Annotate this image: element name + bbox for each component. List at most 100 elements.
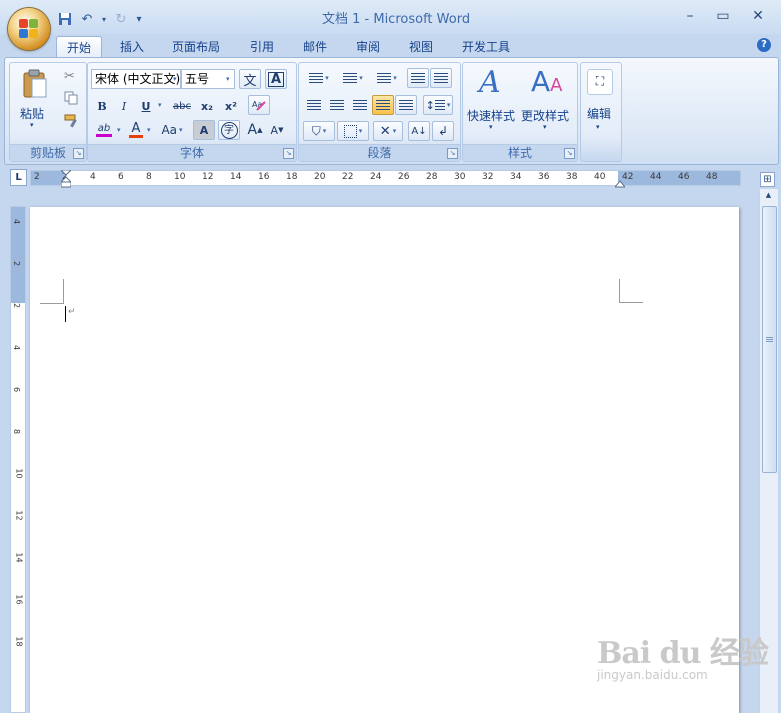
scroll-up-icon[interactable]: ▲ <box>762 191 775 203</box>
scrollbar-grip-icon <box>766 337 773 343</box>
undo-dropdown-icon[interactable]: ▾ <box>100 10 108 28</box>
tab-view[interactable]: 视图 <box>399 36 443 58</box>
undo-icon[interactable]: ↶ <box>78 10 96 28</box>
multilevel-list-button[interactable]: ▾ <box>371 68 403 88</box>
office-button[interactable] <box>8 8 50 50</box>
show-marks-button[interactable]: ↲ <box>432 121 454 141</box>
scrollbar-thumb[interactable] <box>762 206 777 473</box>
highlight-button[interactable]: ab <box>92 120 116 140</box>
font-name-dropdown-icon[interactable]: ▾ <box>173 75 177 83</box>
save-icon[interactable] <box>56 10 74 28</box>
paste-label: 粘贴 <box>20 107 45 121</box>
font-color-button[interactable]: A <box>126 120 146 140</box>
shrink-font-button[interactable]: A ▼ <box>267 120 287 140</box>
phonetic-guide-button[interactable]: 文 <box>239 69 261 89</box>
tab-mailings[interactable]: 邮件 <box>293 36 337 58</box>
view-ruler-icon[interactable]: ⊞ <box>760 172 775 187</box>
format-painter-icon[interactable] <box>64 113 78 128</box>
copy-icon[interactable] <box>64 91 78 105</box>
numbering-button[interactable]: ▾ <box>337 68 369 88</box>
highlight-dropdown-icon[interactable]: ▾ <box>117 126 121 134</box>
borders-button[interactable]: ▾ <box>337 121 369 141</box>
indent-marker[interactable] <box>59 169 73 188</box>
char-border-button[interactable]: A <box>265 69 287 89</box>
right-indent-marker[interactable] <box>613 177 627 188</box>
styles-launcher-icon[interactable]: ↘ <box>564 148 575 159</box>
ruler-tick-label: 2 <box>34 172 40 182</box>
bold-button[interactable]: B <box>92 96 112 116</box>
maximize-button[interactable]: ▭ <box>711 6 735 26</box>
strikethrough-button[interactable]: abc <box>170 96 194 116</box>
bullets-button[interactable]: ▾ <box>303 68 335 88</box>
change-case-button[interactable]: Aa ▾ <box>158 120 186 140</box>
line-spacing-button[interactable]: ↕ ▾ <box>423 95 453 115</box>
change-styles-button[interactable]: AA 更改样式 ▾ <box>521 65 573 139</box>
align-left-button[interactable] <box>303 95 325 115</box>
decrease-indent-button[interactable] <box>407 68 429 88</box>
tab-home[interactable]: 开始 <box>56 36 102 59</box>
font-color-dropdown-icon[interactable]: ▾ <box>147 126 151 134</box>
increase-indent-icon <box>434 73 448 83</box>
enclose-characters-button[interactable]: 字 <box>218 120 240 140</box>
shading-button[interactable]: ⛉ ▾ <box>303 121 335 141</box>
ruler-tick-label: 24 <box>370 172 382 182</box>
tab-page-layout[interactable]: 页面布局 <box>166 36 226 58</box>
decrease-indent-icon <box>411 73 425 83</box>
chinese-layout-button[interactable]: ✕ ▾ <box>373 121 403 141</box>
ruler-tick-label: 38 <box>566 172 578 182</box>
group-styles: A 快速样式 ▾ AA 更改样式 ▾ 样式 ↘ <box>462 62 578 162</box>
crop-mark-top-right-v <box>619 279 620 303</box>
redo-icon[interactable]: ↻ <box>112 10 130 28</box>
underline-dropdown-icon[interactable]: ▾ <box>158 101 162 109</box>
grow-font-button[interactable]: A ▲ <box>245 120 265 140</box>
tab-selector[interactable]: L <box>10 169 27 186</box>
superscript-button[interactable]: x² <box>220 96 242 116</box>
tab-review[interactable]: 审阅 <box>346 36 390 58</box>
quick-styles-button[interactable]: A 快速样式 ▾ <box>467 65 519 139</box>
font-name-combo[interactable]: 宋体 (中文正文) <box>91 69 181 89</box>
clear-formatting-button[interactable]: Aa <box>248 95 270 115</box>
vertical-ruler-tick-label: 4 <box>12 344 22 351</box>
paragraph-launcher-icon[interactable]: ↘ <box>447 148 458 159</box>
tab-insert[interactable]: 插入 <box>110 36 154 58</box>
char-shading-button[interactable]: A <box>193 120 215 140</box>
clear-formatting-icon: Aa <box>252 100 266 111</box>
office-logo-icon <box>19 19 39 39</box>
editing-button[interactable]: ⛶ 编辑 ▾ <box>583 65 617 155</box>
close-button[interactable]: ✕ <box>746 6 770 26</box>
justify-button[interactable] <box>372 95 394 115</box>
align-right-button[interactable] <box>349 95 371 115</box>
font-launcher-icon[interactable]: ↘ <box>283 148 294 159</box>
svg-text:Aa: Aa <box>252 100 262 109</box>
distributed-button[interactable] <box>395 95 417 115</box>
cut-icon[interactable]: ✂ <box>64 69 75 84</box>
multilevel-list-icon <box>377 73 392 83</box>
paint-bucket-icon: ⛉ <box>311 123 321 138</box>
highlight-color-swatch <box>96 134 112 137</box>
vertical-ruler-tick-label: 6 <box>12 386 22 393</box>
horizontal-ruler[interactable]: 2 2 4 6 8 10 12 14 16 18 20 22 24 26 28 30 32 34 36 38 40 42 4… <box>30 169 741 188</box>
change-styles-label: 更改样式 <box>521 109 570 123</box>
underline-button[interactable]: U <box>136 96 156 116</box>
paste-button[interactable]: 粘贴 ▾ <box>16 67 52 133</box>
subscript-button[interactable]: x₂ <box>196 96 218 116</box>
vertical-ruler[interactable]: 4 2 2 4 6 8 10 12 14 16 18 <box>10 206 26 713</box>
change-case-label: Aa <box>161 123 178 137</box>
clipboard-launcher-icon[interactable]: ↘ <box>73 148 84 159</box>
increase-indent-button[interactable] <box>430 68 452 88</box>
editing-label: 编辑 <box>587 107 612 121</box>
align-center-button[interactable] <box>326 95 348 115</box>
quick-styles-dropdown-icon: ▾ <box>489 123 493 131</box>
help-icon[interactable]: ? <box>757 38 771 52</box>
italic-button[interactable]: I <box>114 96 134 116</box>
customize-qat-icon[interactable]: ▾ <box>134 10 144 28</box>
watermark-logo: Bai du 经验 <box>597 636 769 671</box>
quick-styles-icon: A <box>479 65 501 100</box>
tab-references[interactable]: 引用 <box>240 36 284 58</box>
ruler-tick-label: 34 <box>510 172 522 182</box>
tab-developer[interactable]: 开发工具 <box>455 36 517 58</box>
sort-button[interactable]: A↓ <box>408 121 430 141</box>
change-case-dropdown-icon: ▾ <box>179 126 183 134</box>
minimize-button[interactable]: – <box>678 6 702 26</box>
font-size-dropdown-icon[interactable]: ▾ <box>226 75 230 83</box>
